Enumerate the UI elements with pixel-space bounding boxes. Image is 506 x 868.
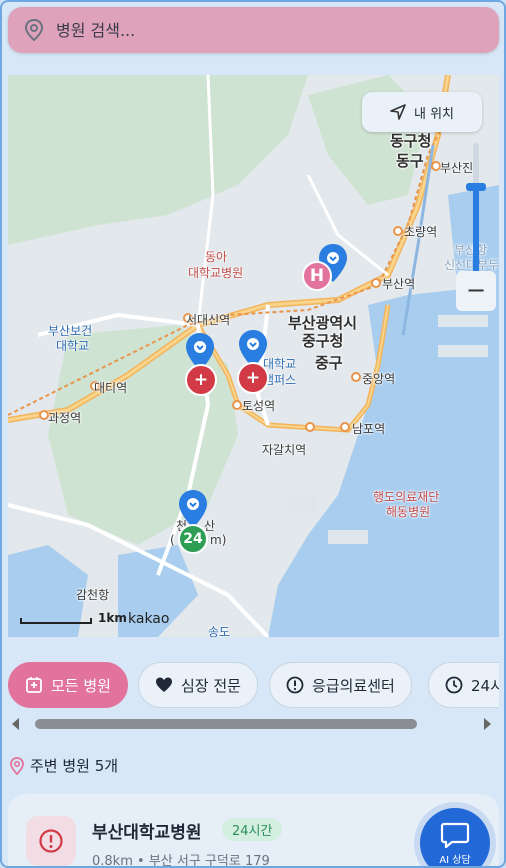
- navigation-arrow-icon: [390, 104, 406, 120]
- map-label: m): [210, 533, 227, 547]
- nearby-count-label: 주변 병원 5개: [30, 757, 119, 775]
- hospital-distance: 0.8km: [92, 854, 133, 868]
- emergency-badge[interactable]: +: [185, 364, 217, 396]
- search-bar[interactable]: [8, 7, 499, 53]
- filter-chip-label: 심장 전문: [181, 676, 241, 695]
- map-label: 동구청: [390, 132, 432, 150]
- map-view[interactable]: 동아 대학교병원 부산보건 대학교 서대신역 대티역 과정역 토성역 자갈치역 …: [8, 75, 499, 637]
- map-label: 대학교병원: [188, 266, 244, 280]
- horizontal-scrollbar[interactable]: [8, 716, 499, 732]
- 24h-pin[interactable]: [178, 489, 208, 529]
- hospital-address: 부산 서구 구덕로 179: [148, 854, 270, 868]
- hospital-meta: 0.8km • 부산 서구 구덕로 179: [92, 850, 270, 868]
- map-pin-icon: [179, 490, 207, 528]
- map-label: 남포역: [352, 422, 386, 436]
- scroll-left-arrow-icon[interactable]: [12, 718, 19, 730]
- map-label: 대티역: [94, 381, 128, 395]
- scale-bar: [20, 618, 92, 624]
- map-label: 대학교: [56, 339, 90, 353]
- zoom-control: −: [456, 135, 496, 311]
- map-label: 토성역: [242, 399, 276, 413]
- map-label: (: [170, 533, 175, 547]
- map-label: 과정역: [48, 411, 82, 425]
- filter-chip-heart[interactable]: 심장 전문: [138, 662, 258, 708]
- map-label: 동아: [205, 250, 228, 264]
- filter-chip-label: 모든 병원: [51, 676, 111, 695]
- map-label: 자갈치역: [262, 443, 307, 457]
- zoom-fill: [473, 187, 479, 273]
- map-brand: kakao: [128, 611, 170, 627]
- map-label: 중앙역: [362, 372, 396, 386]
- scrollbar-thumb[interactable]: [35, 719, 417, 729]
- hospital-name: 부산대학교병원: [92, 823, 202, 843]
- map-label: 중구: [315, 354, 343, 372]
- location-pin-icon: [10, 756, 24, 775]
- ai-consult-label: AI 상담: [439, 854, 471, 866]
- zoom-slider-handle[interactable]: [466, 183, 486, 191]
- search-input[interactable]: [56, 20, 456, 40]
- filter-chip-label: 응급의료센터: [312, 676, 395, 695]
- filter-chip-all[interactable]: 모든 병원: [8, 662, 128, 708]
- map-label: 동구: [396, 152, 424, 170]
- scale-label: 1km: [98, 611, 127, 625]
- open-24h-badge: 24시간: [222, 818, 283, 841]
- app-frame: 동아 대학교병원 부산보건 대학교 서대신역 대티역 과정역 토성역 자갈치역 …: [0, 0, 506, 868]
- map-label: 송도: [208, 625, 231, 637]
- heart-icon: [155, 676, 173, 694]
- filter-chip-24h[interactable]: 24시: [428, 662, 499, 708]
- hospital-badge[interactable]: H: [302, 261, 332, 291]
- chat-bubble-icon: [440, 821, 470, 849]
- map-label: 감천항: [76, 588, 110, 602]
- map-label: 해동병원: [386, 505, 431, 519]
- 24h-badge[interactable]: 24: [178, 524, 208, 554]
- alert-icon: [26, 816, 76, 866]
- my-location-button[interactable]: 내 위치: [362, 92, 482, 132]
- filter-chips: 모든 병원 심장 전문 응급의료센터 24시: [8, 662, 499, 710]
- map-label: 서대신역: [186, 313, 231, 327]
- map-label: 초량역: [404, 225, 438, 239]
- filter-chip-emergency[interactable]: 응급의료센터: [269, 662, 412, 708]
- map-label: 부산역: [382, 277, 416, 291]
- clock-icon: [445, 676, 463, 694]
- alert-icon: [286, 676, 304, 694]
- map-label: 중구청: [302, 332, 344, 350]
- nearby-count: 주변 병원 5개: [10, 755, 118, 776]
- zoom-out-button[interactable]: −: [456, 271, 496, 311]
- meta-separator: •: [137, 854, 145, 868]
- location-pin-icon: [24, 19, 44, 41]
- scroll-right-arrow-icon[interactable]: [484, 718, 491, 730]
- filter-chip-label: 24시: [471, 676, 499, 695]
- emergency-badge[interactable]: +: [237, 362, 269, 394]
- hospital-icon: [25, 676, 43, 694]
- my-location-label: 내 위치: [413, 106, 454, 122]
